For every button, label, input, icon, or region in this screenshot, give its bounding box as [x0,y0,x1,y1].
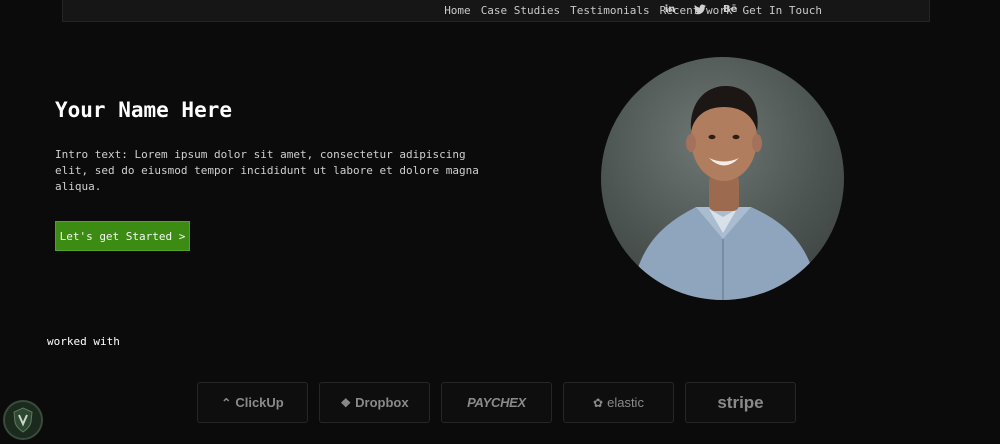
client-logos: ⌃ ClickUp ❖ Dropbox PAYCHEX ✿ elastic st… [197,382,807,423]
nav-links: Home Case Studies Testimonials Recent wo… [439,4,827,17]
dropbox-logo: ❖ Dropbox [319,382,430,423]
social-links: in Bē [663,4,753,16]
worked-with-label: worked with [47,335,120,348]
nav-link-home[interactable]: Home [444,4,471,17]
logo-label: PAYCHEX [467,395,526,410]
nav-link-case-studies[interactable]: Case Studies [481,4,560,17]
logo-label: elastic [607,395,644,410]
avatar [601,57,844,300]
elastic-logo: ✿ elastic [563,382,674,423]
clickup-icon: ⌃ [221,395,232,410]
clickup-logo: ⌃ ClickUp [197,382,308,423]
hero-intro-text: Intro text: Lorem ipsum dolor sit amet, … [55,148,479,193]
stripe-logo: stripe [685,382,796,423]
paychex-logo: PAYCHEX [441,382,552,423]
logo-label: Dropbox [355,395,409,410]
behance-icon[interactable]: Bē [723,4,737,16]
corner-badge-icon[interactable] [3,400,43,440]
dropbox-icon: ❖ [340,395,352,410]
linkedin-icon[interactable]: in [663,4,677,16]
twitter-icon[interactable] [693,4,707,16]
shield-icon [13,407,33,433]
logo-label: stripe [717,392,764,412]
hero-title: Your Name Here [55,98,233,122]
profile-photo-illustration [631,85,819,300]
logo-label: ClickUp [235,395,284,410]
get-started-button[interactable]: Let's get Started > [55,221,190,251]
elastic-icon: ✿ [593,395,604,410]
nav-link-get-in-touch[interactable]: Get In Touch [743,4,822,17]
nav-link-testimonials[interactable]: Testimonials [570,4,649,17]
page: Home Case Studies Testimonials Recent wo… [0,0,1000,444]
twitter-bird-shape [694,4,706,15]
top-navbar: Home Case Studies Testimonials Recent wo… [62,0,930,22]
